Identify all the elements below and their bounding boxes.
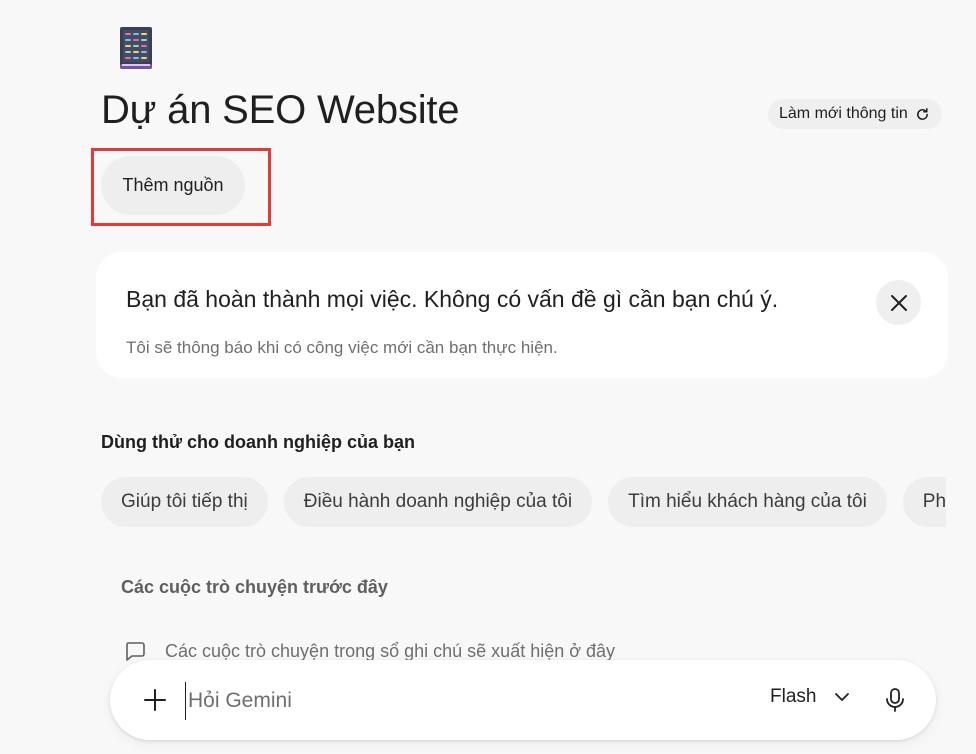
page-title: Dự án SEO Website	[101, 88, 460, 132]
close-notice-button[interactable]	[876, 280, 921, 325]
close-icon	[890, 294, 907, 311]
suggestion-chip-operations[interactable]: Điều hành doanh nghiệp của tôi	[283, 477, 593, 527]
notice-title: Bạn đã hoàn thành mọi việc. Không có vấn…	[126, 286, 779, 312]
suggestions-heading: Dùng thử cho doanh nghiệp của bạn	[101, 432, 416, 452]
add-source-label: Thêm nguồn	[122, 175, 224, 195]
suggestion-chip-customers[interactable]: Tìm hiểu khách hàng của tôi	[608, 477, 887, 527]
notice-subtitle: Tôi sẽ thông báo khi có công việc mới cầ…	[126, 338, 558, 357]
model-label: Flash	[770, 686, 817, 707]
previous-chats-empty-text: Các cuộc trò chuyện trong sổ ghi chú sẽ …	[165, 640, 616, 661]
previous-chats-heading: Các cuộc trò chuyện trước đây	[121, 577, 388, 597]
chip-label: Tìm hiểu khách hàng của tôi	[628, 491, 867, 512]
refresh-info-button[interactable]: Làm mới thông tin	[768, 99, 942, 129]
prompt-composer: Flash	[110, 660, 936, 740]
chip-label: Điều hành doanh nghiệp của tôi	[303, 491, 573, 512]
previous-chats-empty: Các cuộc trò chuyện trong sổ ghi chú sẽ …	[124, 640, 615, 662]
model-selector[interactable]: Flash	[770, 686, 850, 708]
refresh-info-label: Làm mới thông tin	[779, 105, 908, 122]
suggestion-chip-more[interactable]: Phá	[902, 477, 946, 527]
suggestion-chip-marketing[interactable]: Giúp tôi tiếp thị	[101, 477, 268, 527]
book-icon	[120, 27, 152, 69]
refresh-icon	[916, 107, 928, 120]
prompt-input[interactable]	[185, 682, 710, 720]
chevron-down-icon	[835, 693, 850, 701]
notice-card: Bạn đã hoàn thành mọi việc. Không có vấn…	[96, 252, 948, 378]
plus-icon[interactable]	[142, 687, 168, 713]
chip-label: Phá	[922, 491, 946, 512]
suggestion-chips: Giúp tôi tiếp thị Điều hành doanh nghiệp…	[101, 477, 946, 527]
microphone-icon[interactable]	[884, 687, 906, 713]
chip-label: Giúp tôi tiếp thị	[121, 491, 248, 512]
add-source-button[interactable]: Thêm nguồn	[101, 156, 245, 215]
chat-bubble-icon	[126, 642, 145, 661]
